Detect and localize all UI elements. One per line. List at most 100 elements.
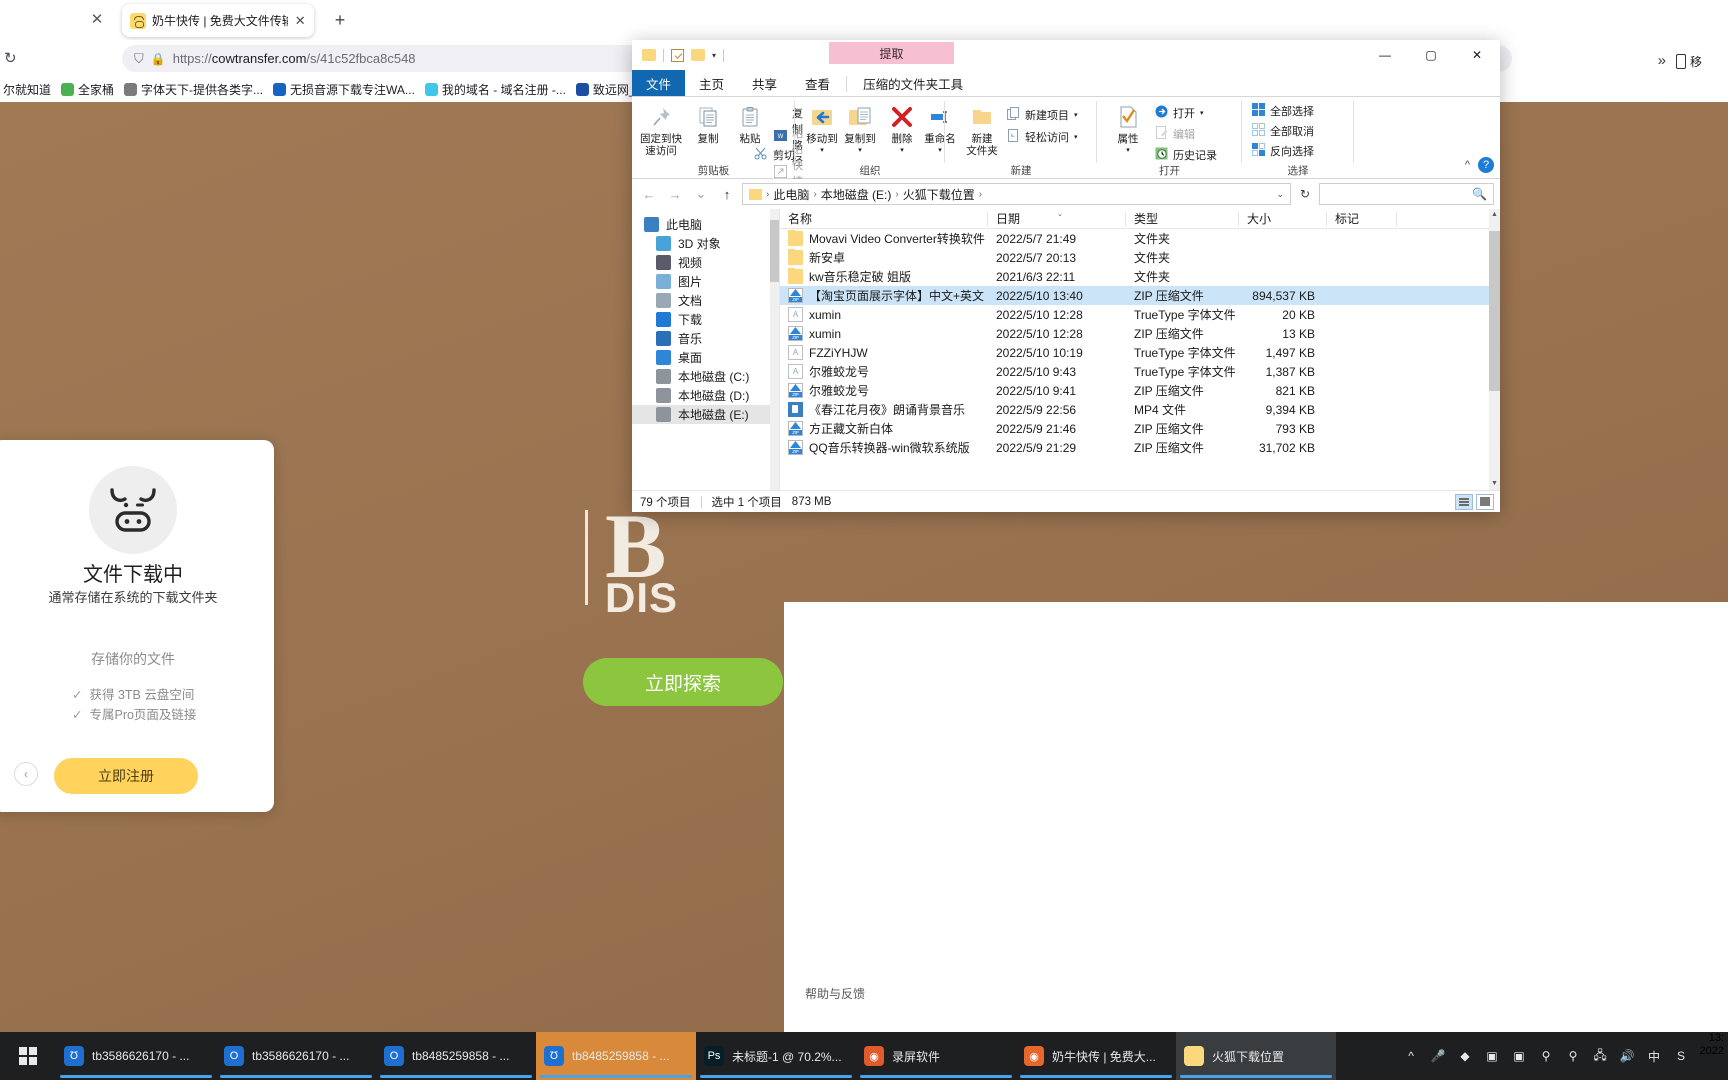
- network-icon[interactable]: 🖧: [1592, 1048, 1609, 1065]
- chevron-down-icon[interactable]: ▾: [837, 145, 883, 157]
- tab-view[interactable]: 查看: [791, 70, 844, 96]
- easy-access-button[interactable]: 轻松访问 ▾: [1007, 129, 1078, 145]
- bookmark-item-3[interactable]: 无损音源下载专注WA...: [273, 81, 415, 98]
- recent-locations-icon[interactable]: ⌄: [690, 186, 712, 202]
- tab-home[interactable]: 主页: [685, 70, 739, 96]
- close-tab-icon[interactable]: ✕: [294, 13, 306, 29]
- column-header-size[interactable]: 大小: [1239, 209, 1327, 229]
- column-header-date[interactable]: ⌄ 日期: [988, 209, 1126, 229]
- help-icon[interactable]: ?: [1478, 157, 1494, 173]
- maximize-button[interactable]: ▢: [1408, 40, 1454, 70]
- scroll-down-icon[interactable]: ▼: [1489, 478, 1500, 490]
- open-button[interactable]: 打开 ▾: [1155, 105, 1204, 121]
- start-button[interactable]: [0, 1032, 56, 1080]
- invert-selection-button[interactable]: 反向选择: [1252, 143, 1314, 159]
- taskbar-item-5[interactable]: ◉ 录屏软件: [856, 1032, 1016, 1080]
- table-row[interactable]: QQ音乐转换器-win微软系统版 2022/5/9 21:29 ZIP 压缩文件 31…: [780, 438, 1500, 457]
- taskbar-item-7[interactable]: 火狐下载位置: [1176, 1032, 1336, 1080]
- nav-scrollbar-thumb[interactable]: [770, 220, 779, 282]
- forward-icon[interactable]: →: [664, 187, 686, 202]
- copy-to-button[interactable]: 复制到 ▾: [837, 101, 883, 157]
- taskbar-item-0[interactable]: Ʊtb3586626170 - ...: [56, 1032, 216, 1080]
- nav-item-6[interactable]: 音乐: [632, 329, 779, 348]
- chevron-down-icon[interactable]: ▾: [1074, 133, 1078, 141]
- column-header-name[interactable]: 名称: [780, 209, 988, 229]
- app-green-icon[interactable]: ▣: [1484, 1048, 1501, 1065]
- cut-button[interactable]: 剪切: [754, 147, 795, 163]
- nav-item-3[interactable]: 图片: [632, 272, 779, 291]
- tab-compressed-folder-tools[interactable]: 压缩的文件夹工具: [849, 70, 977, 96]
- breadcrumb-current-folder[interactable]: 火狐下载位置: [903, 186, 975, 203]
- up-icon[interactable]: ↑: [716, 187, 738, 202]
- table-row[interactable]: 尔雅蛟龙号 2022/5/10 9:41 ZIP 压缩文件 821 KB: [780, 381, 1500, 400]
- chevron-down-icon[interactable]: ▾: [1105, 145, 1151, 157]
- new-folder-icon[interactable]: [691, 49, 705, 61]
- nav-item-0[interactable]: 此电脑: [632, 215, 779, 234]
- edit-button[interactable]: 编辑: [1155, 126, 1195, 142]
- bookmark-item-2[interactable]: 字体天下-提供各类字...: [124, 81, 263, 98]
- breadcrumb-dropdown-icon[interactable]: ⌄: [1276, 189, 1284, 200]
- cloud-drive-icon[interactable]: ◆: [1457, 1048, 1474, 1065]
- new-tab-button[interactable]: +: [330, 10, 350, 31]
- paste-button[interactable]: 粘贴: [727, 101, 773, 145]
- copy-button[interactable]: 复制: [685, 101, 731, 145]
- browser-tab[interactable]: 奶牛快传 | 免费大文件传输工具 ✕: [122, 4, 314, 37]
- tab-file[interactable]: 文件: [632, 70, 686, 96]
- select-all-button[interactable]: 全部选择: [1252, 103, 1314, 119]
- bookmark-item-1[interactable]: 全家桶: [61, 81, 114, 98]
- explore-now-button[interactable]: 立即探索: [583, 658, 783, 706]
- mobile-bookmark-item[interactable]: 移: [1670, 44, 1728, 78]
- back-button[interactable]: ‹: [14, 762, 38, 786]
- taskbar-item-1[interactable]: Otb3586626170 - ...: [216, 1032, 376, 1080]
- breadcrumb[interactable]: › 此电脑 › 本地磁盘 (E:) › 火狐下载位置 › ⌄: [742, 183, 1291, 205]
- shield-icon[interactable]: ⛉: [134, 51, 144, 67]
- file-list-scrollbar-thumb[interactable]: [1489, 231, 1500, 391]
- sogou-icon[interactable]: S: [1673, 1048, 1690, 1065]
- app-green-2-icon[interactable]: ▣: [1511, 1048, 1528, 1065]
- volume-icon[interactable]: 🔊: [1619, 1048, 1636, 1065]
- thumbnail-view-icon[interactable]: [1476, 493, 1494, 510]
- red-pin-icon[interactable]: ⚲: [1538, 1048, 1555, 1065]
- table-row[interactable]: 《春江花月夜》朗诵背景音乐 2022/5/9 22:56 MP4 文件 9,394 K…: [780, 400, 1500, 419]
- nav-item-8[interactable]: 本地磁盘 (C:): [632, 367, 779, 386]
- pin-to-quick-access-button[interactable]: 固定到快 速访问: [638, 101, 684, 157]
- table-row[interactable]: 【淘宝页面展示字体】中文+英文 2022/5/10 13:40 ZIP 压缩文件 89…: [780, 286, 1500, 305]
- tab-share[interactable]: 共享: [738, 70, 791, 96]
- table-row[interactable]: Movavi Video Converter转换软件 2022/5/7 21:49…: [780, 229, 1500, 248]
- new-item-button[interactable]: 新建项目 ▾: [1007, 107, 1078, 123]
- chevron-down-icon[interactable]: ▾: [1074, 111, 1078, 119]
- back-icon[interactable]: ←: [638, 187, 660, 202]
- scroll-up-icon[interactable]: ▲: [1489, 209, 1500, 221]
- table-row[interactable]: 尔雅蛟龙号 2022/5/10 9:43 TrueType 字体文件 1,387 KB: [780, 362, 1500, 381]
- bookmarks-overflow-icon[interactable]: »: [1658, 52, 1666, 69]
- tab-close-left-icon[interactable]: ✕: [88, 11, 106, 29]
- ime-icon[interactable]: 中: [1646, 1048, 1663, 1065]
- new-folder-button[interactable]: 新建 文件夹: [959, 101, 1005, 157]
- red-pin-2-icon[interactable]: ⚲: [1565, 1048, 1582, 1065]
- breadcrumb-drive-e[interactable]: 本地磁盘 (E:): [821, 186, 892, 203]
- table-row[interactable]: 新安卓 2022/5/7 20:13 文件夹: [780, 248, 1500, 267]
- nav-scrollbar[interactable]: [770, 209, 779, 490]
- reload-icon[interactable]: ↻: [4, 49, 22, 67]
- nav-item-4[interactable]: 文档: [632, 291, 779, 310]
- search-input[interactable]: 🔍: [1319, 183, 1494, 205]
- column-header-type[interactable]: 类型: [1126, 209, 1239, 229]
- select-none-button[interactable]: 全部取消: [1252, 123, 1314, 139]
- microphone-icon[interactable]: 🎤: [1430, 1048, 1447, 1065]
- collapse-ribbon-icon[interactable]: ^: [1465, 159, 1470, 171]
- history-button[interactable]: 历史记录: [1155, 147, 1217, 163]
- checkbox-icon[interactable]: [671, 48, 684, 62]
- nav-item-5[interactable]: 下载: [632, 310, 779, 329]
- table-row[interactable]: kw音乐稳定破 姐版 2021/6/3 22:11 文件夹: [780, 267, 1500, 286]
- file-list-scrollbar[interactable]: ▲ ▼: [1489, 209, 1500, 490]
- nav-item-2[interactable]: 视频: [632, 253, 779, 272]
- minimize-button[interactable]: —: [1362, 40, 1408, 70]
- bookmark-item-0[interactable]: 尔就知道: [0, 81, 51, 98]
- show-hidden-icons[interactable]: ^: [1403, 1048, 1420, 1065]
- details-view-icon[interactable]: [1455, 493, 1473, 510]
- signup-button[interactable]: 立即注册: [54, 758, 198, 794]
- taskbar-item-4[interactable]: Ps 未标题-1 @ 70.2%...: [696, 1032, 856, 1080]
- help-and-feedback-link[interactable]: 帮助与反馈: [805, 985, 865, 1002]
- chevron-down-icon[interactable]: ▾: [712, 51, 716, 60]
- taskbar-clock[interactable]: 13: 2022: [1700, 1032, 1728, 1080]
